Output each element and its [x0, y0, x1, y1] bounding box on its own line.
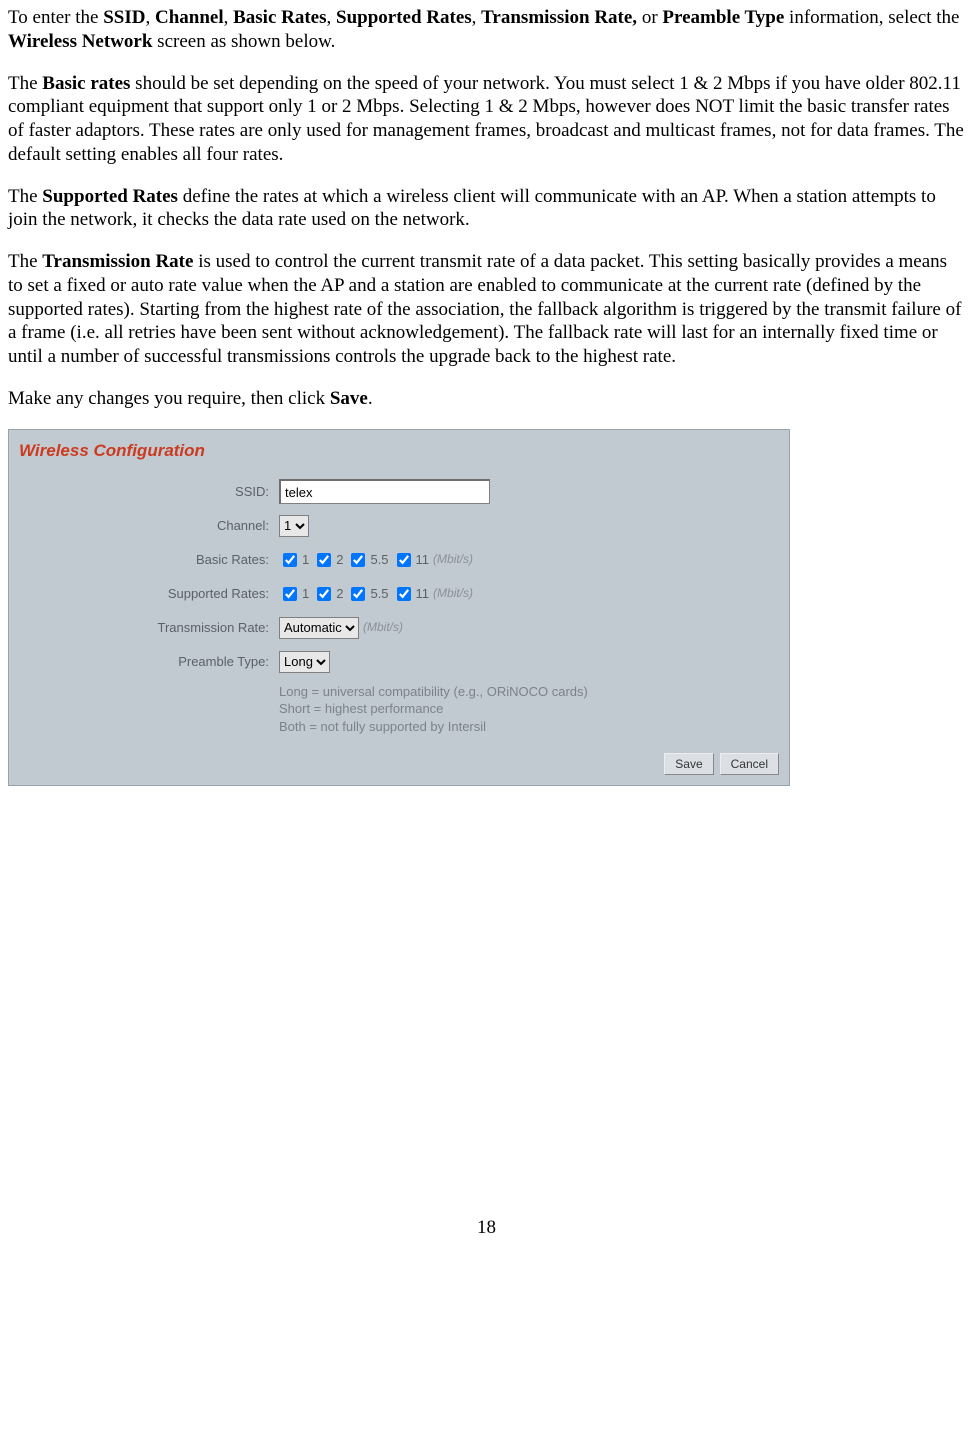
- kw-basic-rates-2: Basic rates: [42, 73, 130, 94]
- kw-transmission-rate-2: Transmission Rate: [42, 251, 193, 272]
- hint-line-2: Short = highest performance: [279, 700, 779, 718]
- ssid-input[interactable]: [279, 479, 490, 504]
- row-ssid: SSID:: [19, 479, 779, 505]
- kw-preamble-type: Preamble Type: [662, 7, 784, 28]
- basic-rates-label: Basic Rates:: [19, 552, 279, 568]
- row-channel: Channel: 1: [19, 513, 779, 539]
- unit-label: (Mbit/s): [433, 586, 473, 601]
- text: information, select the: [784, 7, 959, 28]
- supported-rate-1-checkbox[interactable]: [283, 587, 297, 601]
- ssid-label: SSID:: [19, 484, 279, 500]
- text: ,: [145, 7, 155, 28]
- channel-select[interactable]: 1: [279, 515, 309, 537]
- text: Make any changes you require, then click: [8, 388, 330, 409]
- kw-supported-rates-2: Supported Rates: [42, 186, 178, 207]
- basic-rate-1-checkbox[interactable]: [283, 553, 297, 567]
- rate-11-label: 11: [416, 552, 430, 568]
- basic-rate-11-checkbox[interactable]: [397, 553, 411, 567]
- rate-2-label: 2: [336, 552, 343, 568]
- text: or: [637, 7, 662, 28]
- supported-rate-5p5-checkbox[interactable]: [351, 587, 365, 601]
- channel-label: Channel:: [19, 518, 279, 534]
- rate-2-label: 2: [336, 586, 343, 602]
- panel-header: Wireless Configuration: [9, 430, 789, 475]
- basic-rate-2-checkbox[interactable]: [317, 553, 331, 567]
- text: screen as shown below.: [152, 31, 335, 52]
- row-transmission-rate: Transmission Rate: Automatic (Mbit/s): [19, 615, 779, 641]
- save-button[interactable]: Save: [664, 753, 713, 775]
- panel-title: Wireless Configuration: [19, 441, 205, 460]
- rate-1-label: 1: [302, 586, 309, 602]
- transmission-rate-select[interactable]: Automatic: [279, 617, 359, 639]
- supported-rate-2-checkbox[interactable]: [317, 587, 331, 601]
- text: To enter the: [8, 7, 103, 28]
- text: ,: [327, 7, 337, 28]
- hint-line-3: Both = not fully supported by Intersil: [279, 718, 779, 736]
- unit-label: (Mbit/s): [433, 552, 473, 567]
- kw-channel: Channel: [155, 7, 224, 28]
- text: ,: [224, 7, 234, 28]
- rate-5p5-label: 5.5: [370, 586, 388, 602]
- supported-rates-paragraph: The Supported Rates define the rates at …: [8, 185, 965, 233]
- text: should be set depending on the speed of …: [8, 73, 964, 165]
- supported-rate-11-checkbox[interactable]: [397, 587, 411, 601]
- button-row: Save Cancel: [9, 747, 789, 781]
- kw-basic-rates: Basic Rates: [233, 7, 326, 28]
- rate-5p5-label: 5.5: [370, 552, 388, 568]
- preamble-type-select[interactable]: Long: [279, 651, 330, 673]
- hint-line-1: Long = universal compatibility (e.g., OR…: [279, 683, 779, 701]
- row-basic-rates: Basic Rates: 1 2 5.5 11 (Mbit/s): [19, 547, 779, 573]
- text: .: [368, 388, 373, 409]
- row-supported-rates: Supported Rates: 1 2 5.5 11 (Mbit/s): [19, 581, 779, 607]
- supported-rates-label: Supported Rates:: [19, 586, 279, 602]
- transmission-rate-label: Transmission Rate:: [19, 620, 279, 636]
- basic-rate-5p5-checkbox[interactable]: [351, 553, 365, 567]
- kw-wireless-network: Wireless Network: [8, 31, 152, 52]
- unit-label: (Mbit/s): [363, 620, 403, 635]
- transmission-rate-paragraph: The Transmission Rate is used to control…: [8, 250, 965, 369]
- row-preamble-type: Preamble Type: Long: [19, 649, 779, 675]
- kw-ssid: SSID: [103, 7, 145, 28]
- kw-supported-rates: Supported Rates: [336, 7, 472, 28]
- basic-rates-paragraph: The Basic rates should be set depending …: [8, 72, 965, 167]
- preamble-hint-block: Long = universal compatibility (e.g., OR…: [279, 683, 779, 736]
- save-instruction-paragraph: Make any changes you require, then click…: [8, 387, 965, 411]
- rate-11-label: 11: [416, 586, 430, 602]
- text: ,: [472, 7, 482, 28]
- intro-paragraph: To enter the SSID, Channel, Basic Rates,…: [8, 6, 965, 54]
- text: The: [8, 251, 42, 272]
- page-number: 18: [8, 1216, 965, 1240]
- kw-transmission-rate: Transmission Rate,: [481, 7, 637, 28]
- panel-body: SSID: Channel: 1 Basic Rates: 1 2 5.5 11…: [9, 475, 789, 748]
- rate-1-label: 1: [302, 552, 309, 568]
- kw-save: Save: [330, 388, 368, 409]
- cancel-button[interactable]: Cancel: [720, 753, 779, 775]
- text: The: [8, 186, 42, 207]
- wireless-config-panel: Wireless Configuration SSID: Channel: 1 …: [8, 429, 790, 787]
- text: The: [8, 73, 42, 94]
- preamble-type-label: Preamble Type:: [19, 654, 279, 670]
